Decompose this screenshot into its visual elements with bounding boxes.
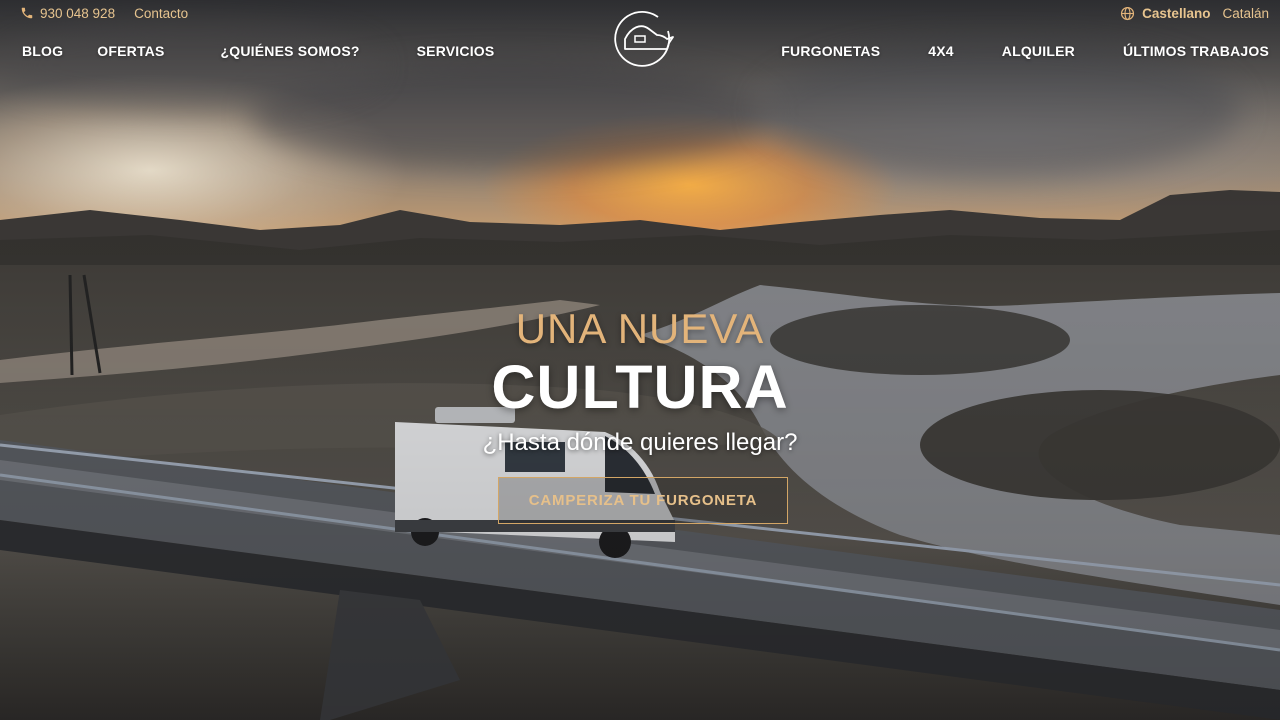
globe-icon [1120, 6, 1135, 21]
contact-link[interactable]: Contacto [134, 6, 188, 21]
nav-item-quienes-somos[interactable]: ¿QUIÉNES SOMOS? [221, 43, 360, 59]
language-castellano[interactable]: Castellano [1142, 6, 1210, 21]
nav-item-furgonetas[interactable]: FURGONETAS [781, 43, 880, 59]
nav-item-blog[interactable]: BLOG [22, 43, 63, 59]
nav-item-ultimos-trabajos[interactable]: ÚLTIMOS TRABAJOS [1123, 43, 1269, 59]
nav-item-alquiler[interactable]: ALQUILER [1002, 43, 1075, 59]
hero-title-line1: UNA NUEVA [515, 305, 765, 352]
hero-title-line2: CULTURA [491, 353, 789, 421]
language-switcher: Castellano Catalán [1120, 5, 1269, 21]
contact-bar: 930 048 928 Contacto [20, 5, 188, 21]
camperiza-cta-button[interactable]: CAMPERIZA TU FURGONETA [498, 477, 788, 524]
phone-link[interactable]: 930 048 928 [40, 6, 115, 21]
language-catalan[interactable]: Catalán [1222, 6, 1269, 21]
main-nav-left: BLOG OFERTAS ¿QUIÉNES SOMOS? SERVICIOS [22, 43, 494, 59]
phone-icon [20, 6, 34, 20]
nav-item-servicios[interactable]: SERVICIOS [417, 43, 495, 59]
nav-item-4x4[interactable]: 4X4 [928, 43, 954, 59]
nav-item-ofertas[interactable]: OFERTAS [97, 43, 164, 59]
hero-subtitle: ¿Hasta dónde quieres llegar? [482, 429, 798, 456]
main-nav-right: FURGONETAS 4X4 ALQUILER ÚLTIMOS TRABAJOS [781, 43, 1269, 59]
van-logo-icon[interactable] [611, 9, 675, 67]
